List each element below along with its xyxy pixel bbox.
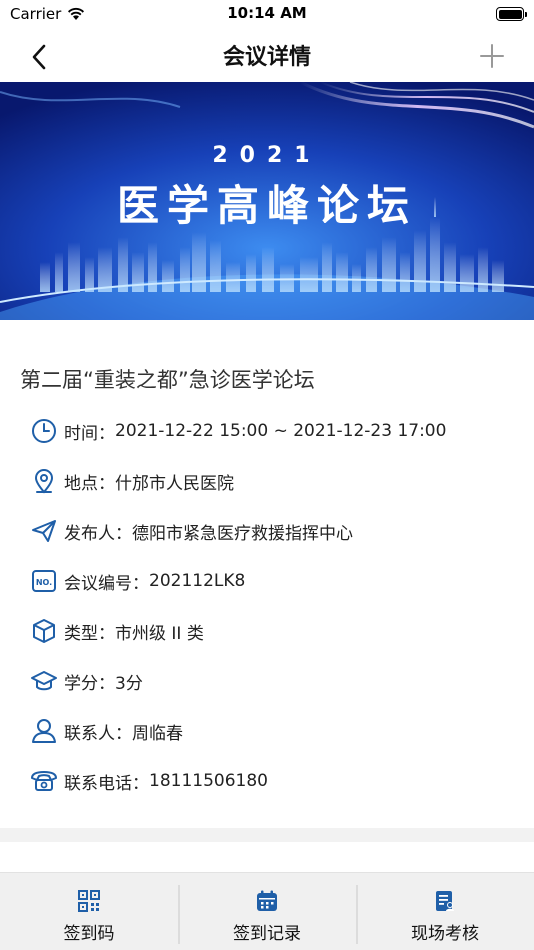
detail-value: 周临春 (132, 723, 183, 744)
detail-value[interactable]: 18111506180 (149, 771, 268, 791)
clock-icon (30, 417, 58, 445)
qr-code-icon (77, 889, 101, 913)
assessment-icon (433, 889, 457, 913)
detail-label: 联系电话： (64, 773, 149, 794)
add-button[interactable] (476, 40, 508, 72)
person-icon (30, 717, 58, 745)
detail-label: 学分： (64, 673, 115, 694)
detail-label: 时间： (64, 423, 115, 444)
tab-label: 签到记录 (233, 924, 301, 944)
detail-row-phone: 联系电话： 18111506180 (30, 766, 268, 796)
detail-label: 发布人： (64, 523, 132, 544)
detail-value: 202112LK8 (149, 571, 246, 591)
banner-graphic: 2021 医学高峰论坛 (0, 82, 534, 320)
paper-plane-icon (30, 517, 58, 545)
detail-label: 类型： (64, 623, 115, 644)
detail-value: 市州级 II 类 (115, 623, 204, 644)
graduation-cap-icon (30, 667, 58, 695)
detail-value: 德阳市紧急医疗救援指挥中心 (132, 523, 353, 544)
tab-label: 签到码 (63, 924, 115, 944)
detail-label: 会议编号： (64, 573, 149, 594)
telephone-icon (30, 767, 58, 795)
conference-banner: 2021 医学高峰论坛 (0, 82, 534, 320)
tab-checkin-records[interactable]: 签到记录 (178, 873, 356, 950)
detail-row-type: 类型： 市州级 II 类 (30, 616, 204, 646)
detail-row-publisher: 发布人： 德阳市紧急医疗救援指挥中心 (30, 516, 353, 546)
detail-value: 3分 (115, 673, 143, 694)
nav-bar: 会议详情 (0, 30, 534, 82)
detail-value: 什邡市人民医院 (115, 473, 234, 494)
tab-label: 现场考核 (411, 924, 479, 944)
section-divider (0, 828, 534, 842)
detail-label: 地点： (64, 473, 115, 494)
detail-value: 2021-12-22 15:00 ~ 2021-12-23 17:00 (115, 421, 447, 441)
location-pin-icon (30, 467, 58, 495)
plus-icon (480, 44, 504, 68)
detail-row-contact: 联系人： 周临春 (30, 716, 183, 746)
number-icon-text: NO. (36, 578, 52, 587)
battery-icon (496, 7, 527, 21)
conference-title: 第二届“重装之都”急诊医学论坛 (20, 368, 315, 392)
tab-onsite-assessment[interactable]: 现场考核 (356, 873, 534, 950)
detail-row-credits: 学分： 3分 (30, 666, 143, 696)
tab-checkin-code[interactable]: 签到码 (0, 873, 178, 950)
cube-icon (30, 617, 58, 645)
bottom-tab-bar: 签到码 签到记录 现场考核 (0, 872, 534, 950)
detail-row-time: 时间： 2021-12-22 15:00 ~ 2021-12-23 17:00 (30, 416, 446, 446)
banner-year: 2021 (212, 143, 321, 168)
calendar-record-icon (255, 889, 279, 913)
page-title: 会议详情 (222, 45, 311, 70)
detail-label: 联系人： (64, 723, 132, 744)
status-bar: Carrier 10:14 AM (0, 0, 534, 30)
banner-title: 医学高峰论坛 (117, 181, 417, 230)
status-time: 10:14 AM (227, 4, 307, 22)
detail-row-number: NO. 会议编号： 202112LK8 (30, 566, 245, 596)
number-icon: NO. (30, 567, 58, 595)
detail-row-location: 地点： 什邡市人民医院 (30, 466, 234, 496)
